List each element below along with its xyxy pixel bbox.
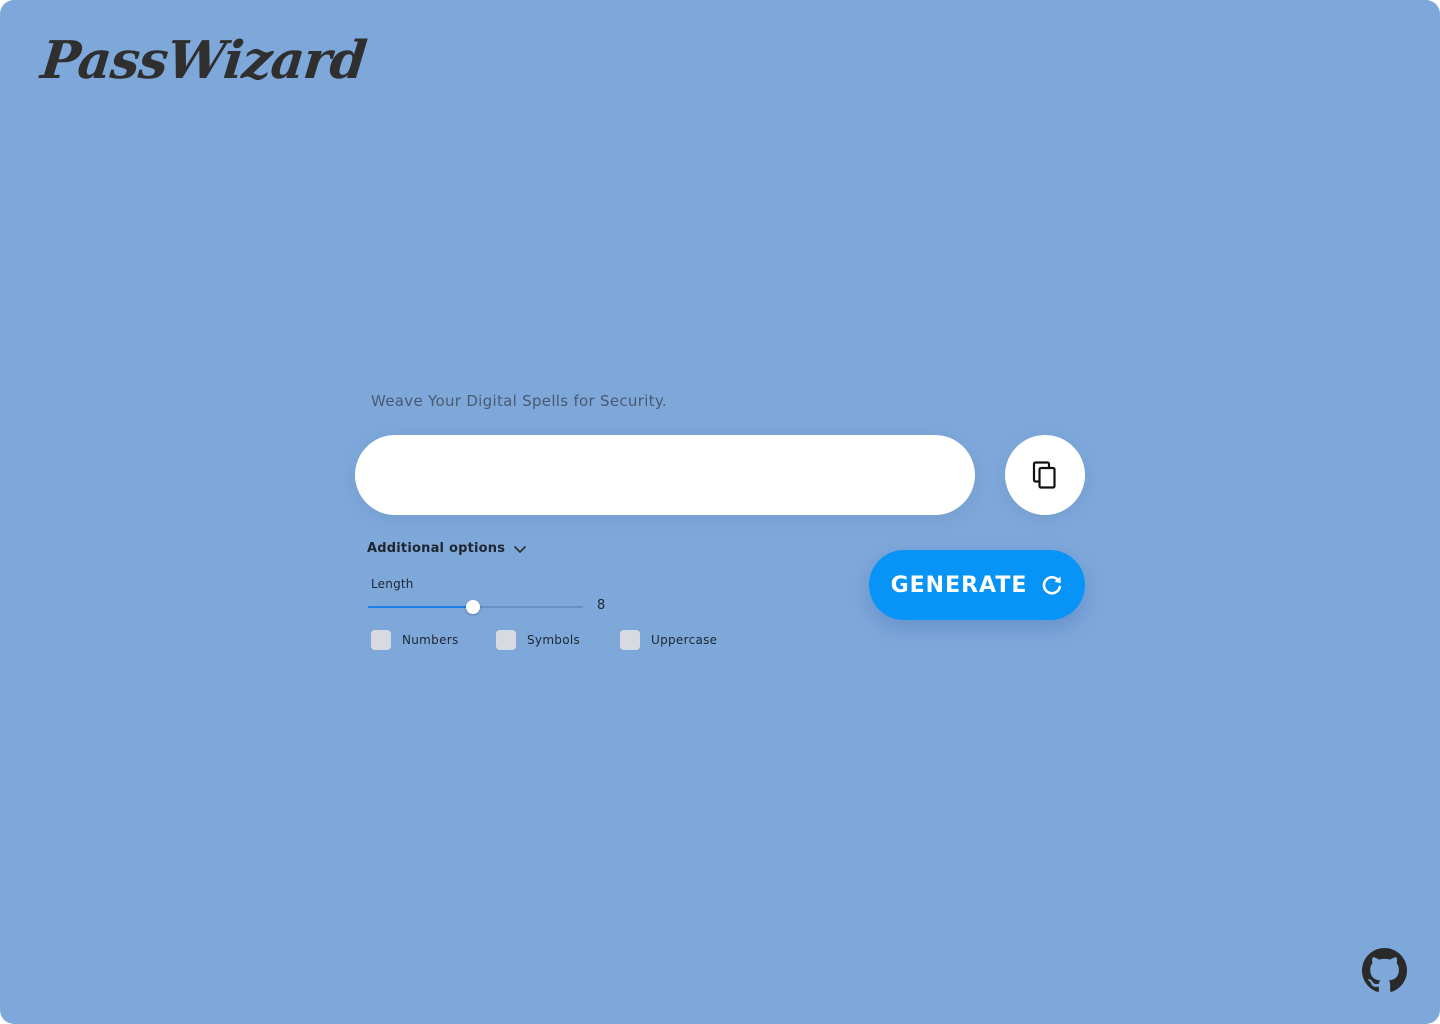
github-link[interactable] — [1362, 948, 1407, 993]
password-output-field[interactable] — [355, 435, 975, 515]
uppercase-checkbox[interactable]: Uppercase — [620, 630, 717, 650]
generate-button[interactable]: GENERATE — [869, 550, 1085, 620]
copy-button[interactable] — [1005, 435, 1085, 515]
uppercase-checkbox-label: Uppercase — [651, 633, 718, 647]
additional-options-label: Additional options — [367, 541, 506, 556]
chevron-down-icon — [514, 545, 527, 553]
symbols-checkbox-label: Symbols — [527, 633, 581, 647]
numbers-checkbox-box[interactable] — [371, 630, 391, 650]
length-value: 8 — [597, 598, 606, 613]
github-icon — [1362, 948, 1407, 992]
password-output-input[interactable] — [391, 461, 939, 489]
length-label: Length — [371, 577, 414, 591]
copy-icon — [1032, 461, 1056, 489]
symbols-checkbox[interactable]: Symbols — [496, 630, 580, 650]
generate-button-label: GENERATE — [890, 572, 1028, 598]
refresh-icon — [1043, 575, 1062, 595]
tagline: Weave Your Digital Spells for Security. — [371, 392, 667, 410]
numbers-checkbox-label: Numbers — [402, 633, 459, 647]
symbols-checkbox-box[interactable] — [496, 630, 516, 650]
additional-options-toggle[interactable]: Additional options — [367, 541, 527, 556]
length-slider-fill — [368, 606, 474, 608]
logo: PassWizard — [38, 30, 369, 91]
app-root: PassWizard Weave Your Digital Spells for… — [0, 0, 1440, 1024]
length-slider-thumb[interactable] — [466, 600, 481, 614]
length-slider[interactable] — [368, 598, 583, 616]
numbers-checkbox[interactable]: Numbers — [371, 630, 459, 650]
uppercase-checkbox-box[interactable] — [620, 630, 640, 650]
